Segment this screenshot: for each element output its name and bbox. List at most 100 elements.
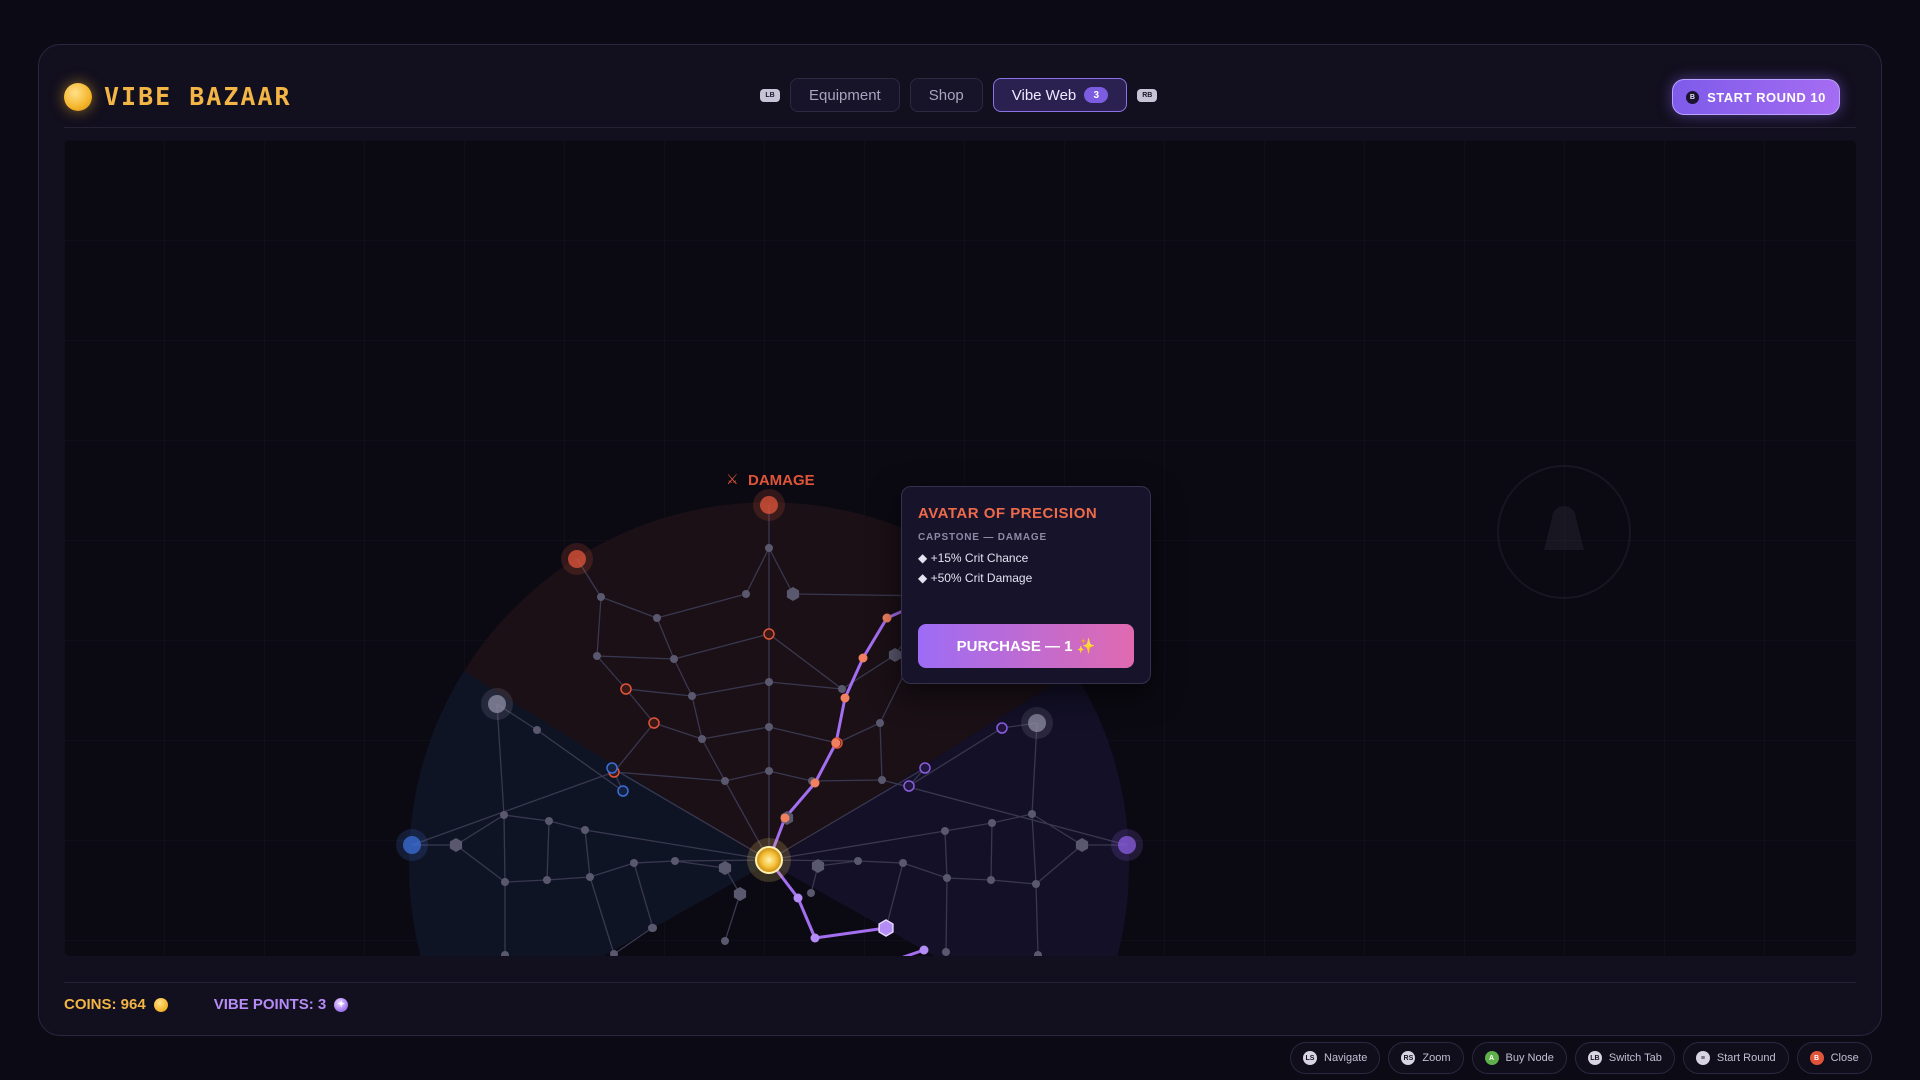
- a-button-icon: A: [1484, 1051, 1499, 1065]
- minor-node[interactable]: [688, 692, 696, 700]
- minor-node[interactable]: [630, 859, 638, 867]
- minor-node[interactable]: [721, 777, 729, 785]
- footer-divider: [64, 982, 1856, 983]
- logo: VIBE BAZAAR: [64, 82, 292, 111]
- vibe-web-viewport[interactable]: ⚔ DAMAGE AVATAR OF PRECISION CAPSTONE — …: [64, 140, 1856, 956]
- left-stick-icon: LS: [1303, 1051, 1317, 1065]
- minor-node[interactable]: [987, 876, 995, 884]
- tab-badge: 3: [1084, 87, 1109, 103]
- bumper-icon: LB: [1587, 1051, 1602, 1065]
- tab-label: Equipment: [809, 86, 881, 104]
- coin-logo-icon: [64, 82, 92, 111]
- tooltip-title: AVATAR OF PRECISION: [918, 505, 1098, 522]
- minor-node[interactable]: [943, 874, 951, 882]
- minor-node[interactable]: [765, 678, 773, 686]
- coins-label: COINS: 964: [64, 996, 146, 1013]
- minor-node[interactable]: [593, 652, 601, 660]
- node-tooltip: AVATAR OF PRECISION CAPSTONE — DAMAGE ◆ …: [901, 486, 1151, 684]
- purchased-node[interactable]: [780, 813, 790, 823]
- minor-node[interactable]: [671, 857, 679, 865]
- tab-shop[interactable]: Shop: [909, 78, 983, 112]
- minor-node[interactable]: [941, 827, 949, 835]
- core-node[interactable]: [755, 846, 783, 874]
- vibe-points-display: VIBE POINTS: 3 ✦: [214, 996, 349, 1013]
- damage-node[interactable]: [763, 628, 775, 640]
- purchase-button[interactable]: PURCHASE — 1 ✨: [918, 624, 1134, 668]
- minor-node[interactable]: [942, 948, 950, 956]
- minor-node[interactable]: [721, 937, 729, 945]
- minor-node[interactable]: [586, 873, 594, 881]
- minor-node[interactable]: [670, 655, 678, 663]
- keystone-node[interactable]: [1118, 836, 1136, 854]
- minor-node[interactable]: [1028, 810, 1036, 818]
- currency-bar: COINS: 964 VIBE POINTS: 3 ✦: [64, 996, 349, 1013]
- hint-label: Start Round: [1716, 1052, 1776, 1064]
- minor-node[interactable]: [765, 767, 773, 775]
- defense-node[interactable]: [617, 785, 629, 797]
- utility-node[interactable]: [919, 762, 931, 774]
- purchased-node[interactable]: [810, 778, 820, 788]
- tab-vibe-web[interactable]: Vibe Web 3: [992, 78, 1128, 112]
- right-bumper-icon[interactable]: RB: [1137, 88, 1158, 102]
- hint-label: Zoom: [1422, 1052, 1451, 1064]
- hint-buy-node: A Buy Node: [1471, 1042, 1567, 1074]
- minor-node[interactable]: [807, 889, 815, 897]
- tab-equipment[interactable]: Equipment: [790, 78, 900, 112]
- hint-label: Navigate: [1324, 1052, 1368, 1064]
- damage-node[interactable]: [620, 683, 632, 695]
- app-title: VIBE BAZAAR: [104, 82, 292, 111]
- utility-node[interactable]: [996, 722, 1008, 734]
- minor-node[interactable]: [543, 876, 551, 884]
- purchased-node[interactable]: [840, 693, 850, 703]
- purchased-node[interactable]: [831, 738, 841, 748]
- left-bumper-icon[interactable]: LB: [760, 88, 780, 102]
- purchased-node[interactable]: [878, 919, 894, 937]
- minor-node[interactable]: [854, 857, 862, 865]
- keystone-node[interactable]: [1028, 714, 1046, 732]
- hint-navigate: LS Navigate: [1290, 1042, 1381, 1074]
- minor-node[interactable]: [765, 723, 773, 731]
- start-round-button[interactable]: B START ROUND 10: [1672, 79, 1840, 115]
- purchased-node[interactable]: [858, 653, 868, 663]
- coin-icon: [153, 997, 168, 1012]
- keystone-node[interactable]: [488, 695, 506, 713]
- purchased-node[interactable]: [919, 945, 929, 955]
- minor-node[interactable]: [838, 685, 846, 693]
- keystone-node[interactable]: [568, 550, 586, 568]
- minor-node[interactable]: [742, 590, 750, 598]
- minor-node[interactable]: [878, 776, 886, 784]
- menu-button-icon: ≡: [1695, 1051, 1710, 1065]
- right-stick-icon: RS: [1401, 1051, 1416, 1065]
- vibe-points-label: VIBE POINTS: 3: [213, 996, 327, 1013]
- minor-node[interactable]: [653, 614, 661, 622]
- crossed-swords-icon: ⚔: [726, 472, 739, 488]
- minor-node[interactable]: [501, 878, 509, 886]
- utility-node[interactable]: [903, 780, 915, 792]
- minor-node[interactable]: [899, 859, 907, 867]
- minor-node[interactable]: [597, 593, 605, 601]
- stat-text: +15% Crit Chance: [930, 551, 1029, 565]
- minor-node[interactable]: [533, 726, 541, 734]
- defense-node[interactable]: [606, 762, 618, 774]
- damage-node[interactable]: [648, 717, 660, 729]
- purchased-node[interactable]: [793, 893, 803, 903]
- keystone-node[interactable]: [403, 836, 421, 854]
- purchased-node[interactable]: [882, 613, 892, 623]
- minor-node[interactable]: [545, 817, 553, 825]
- minor-node[interactable]: [500, 811, 508, 819]
- tab-label: Vibe Web: [1011, 86, 1077, 104]
- tooltip-subtitle: CAPSTONE — DAMAGE: [918, 532, 1047, 543]
- minor-node[interactable]: [876, 719, 884, 727]
- minor-node[interactable]: [988, 819, 996, 827]
- purchased-node[interactable]: [810, 933, 820, 943]
- minor-node[interactable]: [698, 735, 706, 743]
- coins-display: COINS: 964: [64, 996, 168, 1013]
- tooltip-stat: ◆ +50% Crit Damage: [918, 571, 1033, 585]
- minor-node[interactable]: [1032, 880, 1040, 888]
- minor-node[interactable]: [648, 924, 656, 932]
- hint-label: Switch Tab: [1608, 1052, 1662, 1064]
- minor-node[interactable]: [765, 544, 773, 552]
- minor-node[interactable]: [581, 826, 589, 834]
- b-button-icon: B: [1686, 90, 1700, 104]
- keystone-node[interactable]: [760, 496, 778, 514]
